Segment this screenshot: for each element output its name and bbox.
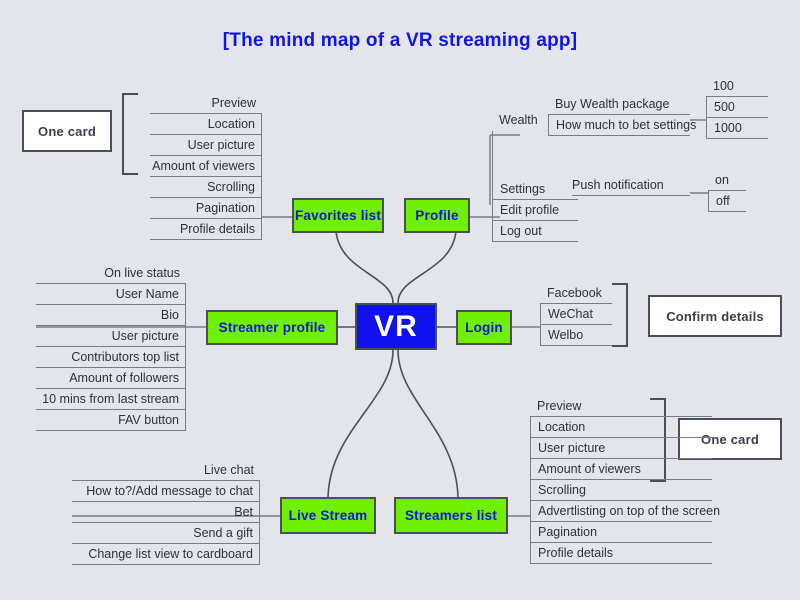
list-item: FAV button: [36, 410, 186, 431]
list-item: Amount of followers: [36, 368, 186, 389]
list-item: Location: [530, 417, 712, 438]
list-item: Buy Wealth package: [548, 94, 690, 115]
list-item: Scrolling: [530, 480, 712, 501]
list-item: Edit profile: [492, 200, 578, 221]
list-item: Live chat: [72, 460, 260, 481]
node-streamers-list-label: Streamers list: [404, 508, 498, 523]
list-item: On live status: [36, 263, 186, 284]
node-favorites-list[interactable]: Favorites list: [292, 198, 384, 233]
list-item: Advertlisting on top of the screen: [530, 501, 720, 522]
list-item: Welbo: [540, 325, 612, 346]
node-login-label: Login: [465, 320, 503, 335]
list-item: How much to bet settings: [548, 115, 696, 136]
bracket-login-social: [612, 283, 628, 347]
list-item: Log out: [492, 221, 578, 242]
list-wealth-amounts: 100 500 1000: [706, 76, 768, 139]
list-wealth-items: Buy Wealth package How much to bet setti…: [548, 94, 696, 136]
bracket-one-card-top: [122, 93, 138, 175]
list-item: Bio: [36, 305, 186, 326]
node-vr-label: VR: [374, 309, 418, 343]
mindmap-canvas: [The mind map of a VR streaming app] VR …: [0, 0, 800, 600]
node-vr-center[interactable]: VR: [355, 303, 437, 350]
list-item: User Name: [36, 284, 186, 305]
list-item: 100: [706, 76, 768, 97]
page-title: [The mind map of a VR streaming app]: [222, 30, 578, 51]
list-item: Preview: [150, 93, 262, 114]
node-streamers-list[interactable]: Streamers list: [394, 497, 508, 534]
list-item: Amount of viewers: [530, 459, 712, 480]
node-favorites-list-label: Favorites list: [294, 208, 382, 223]
node-login[interactable]: Login: [456, 310, 512, 345]
list-item: Preview: [530, 396, 712, 417]
node-streamer-profile[interactable]: Streamer profile: [206, 310, 338, 345]
list-streamer-profile-items: On live status User Name Bio User pictur…: [36, 263, 186, 431]
list-item: 1000: [706, 118, 768, 139]
list-item: Pagination: [530, 522, 712, 543]
list-item: on: [708, 170, 746, 191]
card-confirm-details-label: Confirm details: [666, 308, 764, 324]
list-live-stream-items: Live chat How to?/Add message to chat Be…: [72, 460, 260, 565]
list-item: Bet: [72, 502, 260, 523]
list-item: Location: [150, 114, 262, 135]
list-settings-items: Push notification: [572, 175, 690, 196]
list-item: Profile details: [150, 219, 262, 240]
list-item: User picture: [530, 438, 712, 459]
node-profile-label: Profile: [415, 208, 459, 223]
list-login-items: Facebook WeChat Welbo: [540, 283, 612, 346]
list-item: Contributors top list: [36, 347, 186, 368]
node-profile[interactable]: Profile: [404, 198, 470, 233]
node-live-stream-label: Live Stream: [288, 508, 368, 523]
list-item: Profile details: [530, 543, 712, 564]
list-item: Settings: [492, 179, 578, 200]
list-item: 500: [706, 97, 768, 118]
node-live-stream[interactable]: Live Stream: [280, 497, 376, 534]
list-item: Send a gift: [72, 523, 260, 544]
list-item: Push notification: [572, 175, 690, 196]
card-confirm-details: Confirm details: [648, 295, 782, 337]
list-item: Amount of viewers: [150, 156, 262, 177]
node-streamer-profile-label: Streamer profile: [218, 320, 326, 335]
card-one-card-top: One card: [22, 110, 112, 152]
list-item: WeChat: [540, 304, 612, 325]
list-item: Pagination: [150, 198, 262, 219]
list-favorites-items: Preview Location User picture Amount of …: [150, 93, 262, 240]
card-one-card-top-label: One card: [38, 123, 96, 139]
list-item: [492, 131, 578, 179]
list-item: 10 mins from last stream: [36, 389, 186, 410]
list-push-options: on off: [708, 170, 746, 212]
list-item: Facebook: [540, 283, 612, 304]
list-streamers-list-items: Preview Location User picture Amount of …: [530, 396, 720, 564]
list-item: How to?/Add message to chat: [72, 481, 260, 502]
list-item: off: [708, 191, 746, 212]
list-item: Change list view to cardboard: [72, 544, 260, 565]
list-item: User picture: [36, 326, 186, 347]
list-item: Scrolling: [150, 177, 262, 198]
list-item: User picture: [150, 135, 262, 156]
